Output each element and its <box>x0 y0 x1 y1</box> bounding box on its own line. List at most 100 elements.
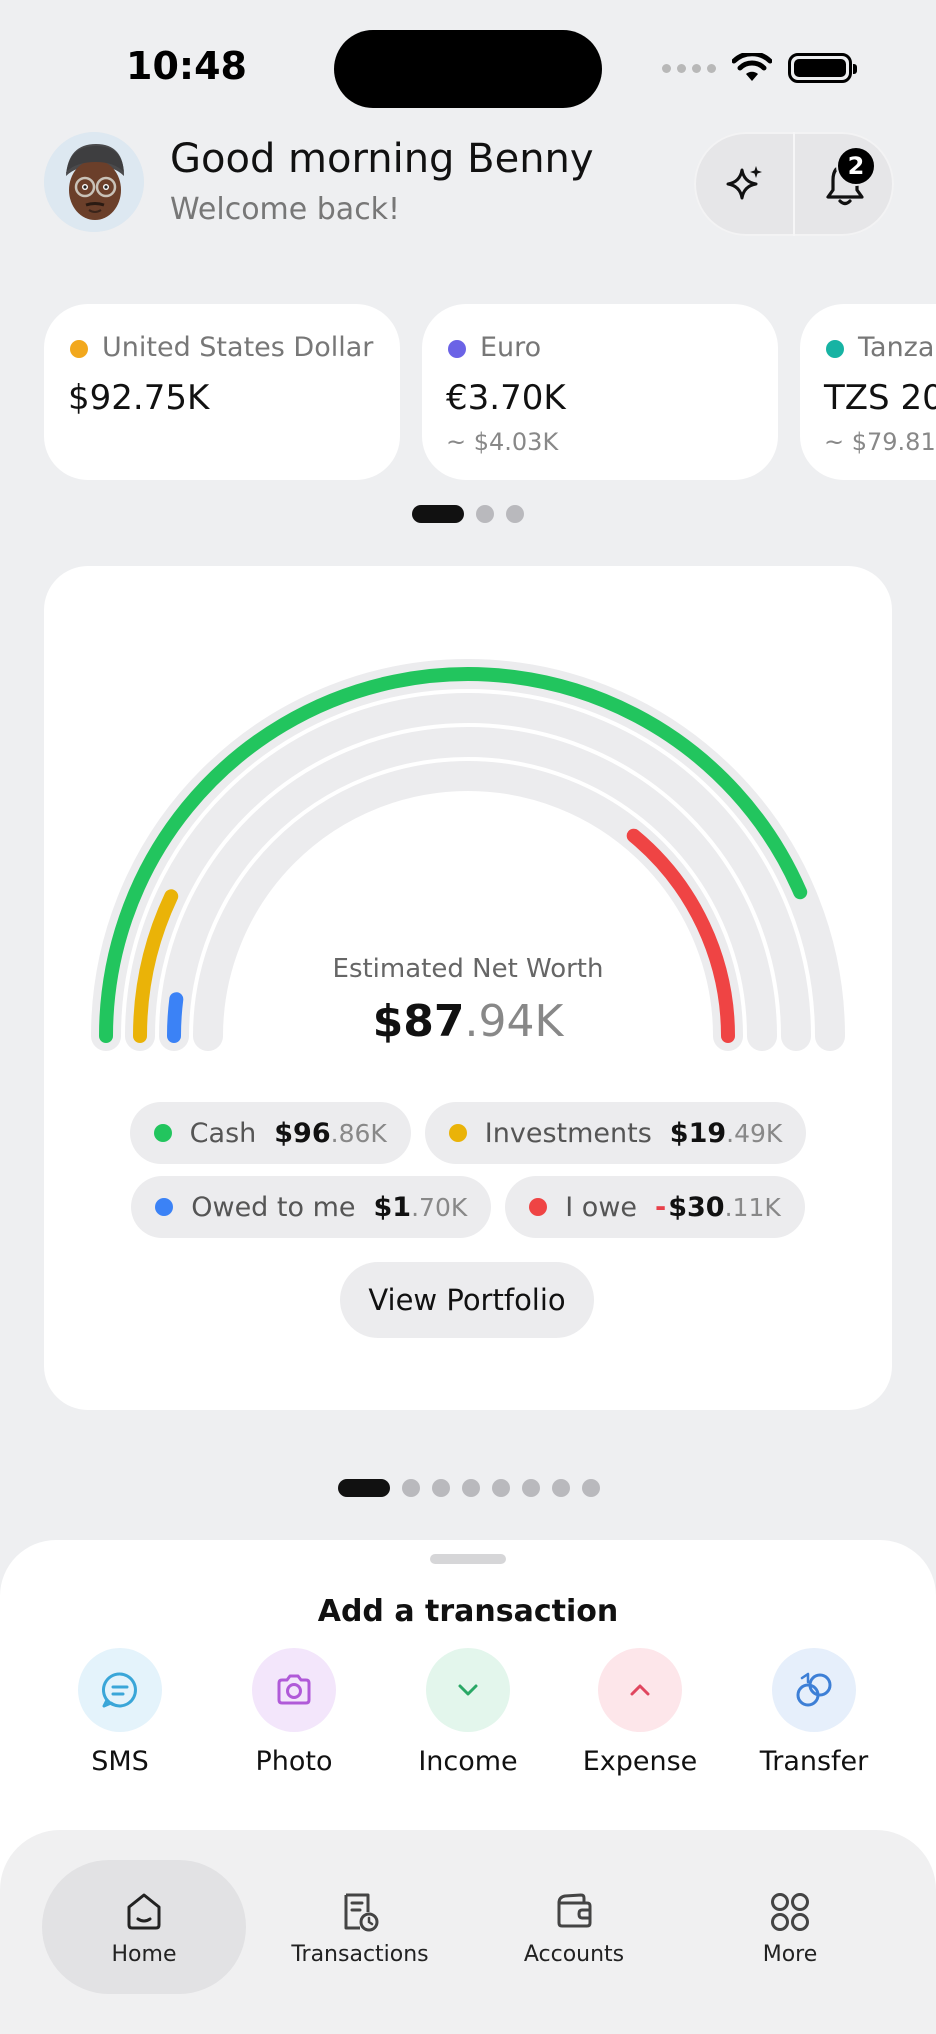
pager-dot[interactable] <box>506 505 524 523</box>
income-action-button[interactable]: Income <box>393 1648 543 1777</box>
currency-amount: $92.75K <box>68 378 210 418</box>
sms-icon <box>102 1672 137 1708</box>
bottom-tab-bar: Home Transactions Accounts More <box>0 1830 936 2034</box>
photo-action-circle <box>252 1648 336 1732</box>
tab-accounts[interactable]: Accounts <box>472 1860 676 1994</box>
pager-dot-active[interactable] <box>412 505 464 523</box>
legend-value-int: $19 <box>669 1117 727 1149</box>
legend-negative-sign: - <box>655 1191 667 1223</box>
legend-label: Investments <box>484 1117 652 1149</box>
action-label: Expense <box>582 1746 698 1777</box>
notification-badge: 2 <box>836 146 876 186</box>
cash-dot <box>153 1124 172 1142</box>
net-worth-label: Estimated Net Worth <box>332 954 604 984</box>
transaction-actions: SMS Photo Income Expense Transfer <box>0 1648 936 1788</box>
transfer-action-button[interactable]: Transfer <box>739 1648 889 1777</box>
cellular-signal-icon <box>662 63 716 73</box>
home-icon <box>127 1893 161 1930</box>
i-owe-dot <box>529 1198 548 1216</box>
legend-value-dec: .11K <box>724 1192 781 1222</box>
greeting-subtitle: Welcome back! <box>170 192 401 227</box>
legend-chip-i-owe[interactable]: I owe - $30.11K <box>505 1176 805 1238</box>
tab-transactions[interactable]: Transactions <box>258 1860 462 1994</box>
notifications-button[interactable]: 2 <box>795 132 894 236</box>
tab-home[interactable]: Home <box>42 1860 246 1994</box>
pager-dot[interactable] <box>462 1479 480 1497</box>
header-actions: 2 <box>694 132 894 236</box>
legend-value-dec: .70K <box>411 1192 468 1222</box>
sheet-grabber[interactable] <box>430 1554 506 1564</box>
cards-pager[interactable] <box>338 1479 600 1497</box>
transfer-icon <box>796 1672 832 1707</box>
tab-label: Accounts <box>523 1942 625 1967</box>
tab-more[interactable]: More <box>688 1860 892 1994</box>
currency-color-dot <box>448 340 466 358</box>
currency-amount: €3.70K <box>446 378 566 418</box>
view-portfolio-button[interactable]: View Portfolio <box>340 1262 594 1338</box>
legend-chip-owed-to-me[interactable]: Owed to me $1.70K <box>131 1176 492 1238</box>
legend-label: Owed to me <box>191 1191 356 1223</box>
sms-action-button[interactable]: SMS <box>45 1648 195 1777</box>
dynamic-island <box>334 30 602 108</box>
legend-value-int: $96 <box>274 1117 331 1149</box>
pager-dot[interactable] <box>492 1479 510 1497</box>
legend-label: Cash <box>189 1117 257 1149</box>
pager-dot[interactable] <box>522 1479 540 1497</box>
net-worth-gauge <box>91 659 845 1051</box>
legend-value-int: $1 <box>373 1191 412 1223</box>
expense-action-button[interactable]: Expense <box>565 1648 715 1777</box>
greeting-title: Good morning Benny <box>170 136 594 182</box>
sparkle-icon <box>726 166 762 200</box>
status-icons <box>662 50 857 86</box>
net-worth-value-dec: .94K <box>464 996 564 1047</box>
currency-name: Euro <box>480 332 542 363</box>
photo-action-button[interactable]: Photo <box>219 1648 369 1777</box>
legend-value-dec: .86K <box>330 1118 387 1148</box>
camera-icon <box>277 1674 311 1705</box>
chevron-up-icon <box>630 1684 650 1696</box>
currency-approx-usd: ~ $79.81 <box>824 428 936 456</box>
expense-action-circle <box>598 1648 682 1732</box>
currency-card[interactable]: United States Dollar $92.75K <box>44 304 400 480</box>
net-worth-value: $87.94K <box>44 996 892 1047</box>
pager-dot[interactable] <box>476 505 494 523</box>
net-worth-card: Estimated Net Worth $87.94K Cash $96.86K… <box>44 566 892 1410</box>
pager-dot[interactable] <box>402 1479 420 1497</box>
investments-dot <box>448 1124 467 1142</box>
legend-label: I owe <box>565 1191 638 1223</box>
status-time: 10:48 <box>126 44 247 88</box>
currency-card[interactable]: Tanza TZS 20 ~ $79.81 <box>800 304 936 480</box>
legend-value-int: $30 <box>668 1191 725 1223</box>
pager-dot[interactable] <box>582 1479 600 1497</box>
transfer-action-circle <box>772 1648 856 1732</box>
pager-dot[interactable] <box>552 1479 570 1497</box>
currency-amount: TZS 20 <box>824 378 936 418</box>
legend-chip-cash[interactable]: Cash $96.86K <box>129 1102 411 1164</box>
memoji-avatar-icon <box>44 132 144 232</box>
ai-sparkle-button[interactable] <box>694 132 793 236</box>
currency-name: United States Dollar <box>102 332 374 363</box>
pager-dot[interactable] <box>432 1479 450 1497</box>
action-label: Income <box>418 1746 518 1777</box>
income-action-circle <box>426 1648 510 1732</box>
battery-icon <box>788 53 857 83</box>
currency-pager[interactable] <box>412 505 524 523</box>
currency-name: Tanza <box>858 332 935 363</box>
legend-chip-investments[interactable]: Investments $19.49K <box>424 1102 807 1164</box>
receipt-icon <box>344 1893 379 1932</box>
tab-label: Transactions <box>291 1942 429 1967</box>
status-bar: 10:48 <box>0 0 936 140</box>
sms-action-circle <box>78 1648 162 1732</box>
pager-dot-active[interactable] <box>338 1479 390 1497</box>
currency-color-dot <box>826 340 844 358</box>
wifi-icon <box>732 53 772 81</box>
header: Good morning Benny Welcome back! 2 <box>44 128 894 238</box>
avatar[interactable] <box>44 132 144 232</box>
action-label: Photo <box>255 1746 333 1777</box>
grid-icon <box>771 1893 809 1931</box>
tab-label: Home <box>111 1942 177 1967</box>
wallet-icon <box>557 1893 592 1928</box>
currency-cards: United States Dollar $92.75K Euro €3.70K… <box>44 302 936 482</box>
tab-label: More <box>762 1942 818 1967</box>
currency-card[interactable]: Euro €3.70K ~ $4.03K <box>422 304 778 480</box>
